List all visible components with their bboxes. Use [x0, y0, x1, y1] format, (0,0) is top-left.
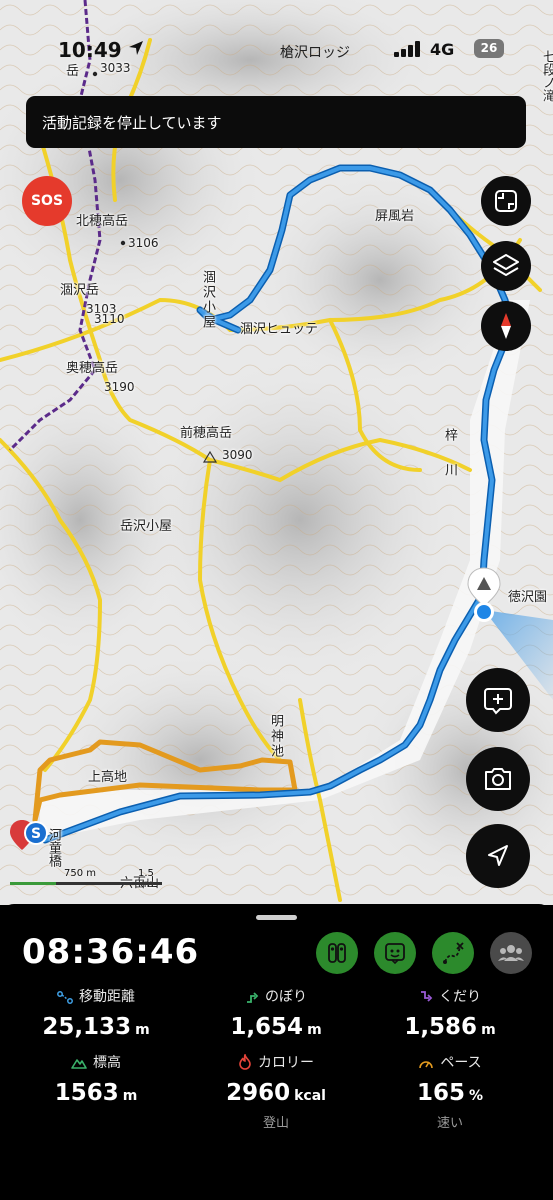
- altitude-unit: m: [122, 1088, 138, 1104]
- distance-value: 25,133: [42, 1014, 132, 1040]
- start-marker[interactable]: S: [8, 818, 50, 862]
- camera-button[interactable]: [466, 747, 530, 811]
- chip-group[interactable]: [490, 932, 532, 974]
- label-karasawa-dake: 涸沢岳: [60, 283, 100, 298]
- stat-descent: くだり 1,586 m: [358, 986, 542, 1040]
- banner-text: 活動記録を停止しています: [42, 114, 222, 132]
- location-button[interactable]: [466, 824, 530, 888]
- group-icon: [498, 945, 524, 961]
- companion-icon: [385, 943, 405, 965]
- checkpoint-icon: [328, 943, 346, 963]
- add-memo-button[interactable]: [466, 668, 530, 732]
- distance-unit: m: [135, 1022, 150, 1038]
- pace-value: 165: [416, 1080, 465, 1106]
- recording-paused-banner[interactable]: 活動記録を停止しています: [26, 96, 526, 148]
- map-scale: 750 m 1.5 km: [10, 868, 170, 890]
- signal-icon: [394, 41, 422, 57]
- label-kitaho-elev: 3106: [128, 236, 159, 250]
- label-dakesawa: 岳沢小屋: [120, 519, 173, 534]
- label-kamikochi: 上高地: [88, 770, 128, 785]
- calories-value: 2960: [226, 1080, 291, 1106]
- layers-button[interactable]: [481, 241, 531, 291]
- flame-icon: [239, 1052, 251, 1070]
- route-icon: [443, 942, 464, 964]
- map-view[interactable]: 岳 3033 北穂高岳 3106 涸沢岳 3103 3110 奥穂高岳 3190…: [0, 0, 553, 905]
- sos-button[interactable]: SOS: [22, 176, 72, 226]
- compass-button[interactable]: [481, 301, 531, 351]
- layers-icon: [493, 254, 519, 276]
- status-bar: 10:49 槍沢ロッジ 4G 26: [0, 38, 553, 64]
- label-byobu: 屏風岩: [375, 209, 415, 224]
- panel-grabber[interactable]: [256, 915, 297, 920]
- elapsed-time: 08:36:46: [22, 932, 200, 972]
- calories-unit: kcal: [294, 1088, 326, 1104]
- calories-label: カロリー: [258, 1055, 314, 1071]
- label-maeho: 前穂高岳: [180, 426, 233, 441]
- descent-value: 1,586: [404, 1014, 478, 1040]
- stat-pace: ペース 165% 速い: [358, 1052, 542, 1131]
- label-myojin: 明神池: [268, 714, 283, 759]
- stats-panel: 08:36:46 移動距離 25,133 m のぼり 1,654 m くだり 1…: [0, 904, 553, 1200]
- chip-face[interactable]: [374, 932, 416, 974]
- stat-ascent: のぼり 1,654 m: [184, 986, 368, 1040]
- gauge-icon: [419, 1061, 434, 1069]
- label-karasawa-hut: 涸沢ヒュッテ: [240, 322, 319, 337]
- stat-distance: 移動距離 25,133 m: [4, 986, 188, 1040]
- label-okuho-elev: 3190: [104, 380, 135, 394]
- calories-sub: 登山: [262, 1116, 289, 1131]
- fullscreen-button[interactable]: [481, 176, 531, 226]
- label-okuho: 奥穂高岳: [66, 361, 119, 376]
- label-kitaho: 北穂高岳: [76, 214, 129, 229]
- altitude-icon: [71, 1059, 87, 1069]
- fullscreen-icon: [495, 190, 517, 212]
- ascent-label: のぼり: [265, 989, 307, 1005]
- svg-text:S: S: [31, 826, 41, 842]
- location-services-icon: [128, 40, 144, 60]
- pace-label: ペース: [440, 1055, 482, 1071]
- ascent-value: 1,654: [230, 1014, 304, 1040]
- pace-sub: 速い: [436, 1116, 463, 1131]
- stat-calories: カロリー 2960 kcal 登山: [184, 1052, 368, 1131]
- ascent-unit: m: [307, 1022, 322, 1038]
- pace-unit: %: [468, 1088, 484, 1104]
- current-location-marker[interactable]: [466, 566, 502, 624]
- altitude-value: 1563: [54, 1080, 119, 1106]
- status-time: 10:49: [58, 38, 122, 62]
- network-type: 4G: [430, 40, 455, 59]
- scale-label-1-5: 1.5 km: [138, 868, 154, 890]
- label-maeho-elev: 3090: [222, 448, 253, 462]
- descent-unit: m: [481, 1022, 496, 1038]
- descent-label: くだり: [439, 989, 481, 1005]
- stat-altitude: 標高 1563 m: [4, 1052, 188, 1106]
- location-arrow-icon: [488, 845, 508, 866]
- label-azusa: 梓川: [442, 428, 457, 498]
- altitude-label: 標高: [93, 1055, 121, 1071]
- camera-icon: [485, 768, 511, 790]
- label-elev-3110: 3110: [94, 312, 125, 326]
- chip-checkpoints[interactable]: [316, 932, 358, 974]
- label-karasawa-goya: 涸沢小屋: [200, 270, 215, 330]
- add-memo-icon: [484, 688, 512, 715]
- ascent-icon: [247, 992, 259, 1003]
- battery-indicator: 26: [474, 39, 504, 58]
- scale-label-750: 750 m: [64, 868, 97, 879]
- chip-route[interactable]: [432, 932, 474, 974]
- distance-label: 移動距離: [79, 989, 135, 1005]
- descent-icon: [421, 991, 433, 1002]
- label-tokusawa: 徳沢園: [508, 590, 548, 605]
- status-place: 槍沢ロッジ: [280, 45, 350, 61]
- compass-icon: [501, 313, 511, 339]
- distance-icon: [57, 991, 73, 1004]
